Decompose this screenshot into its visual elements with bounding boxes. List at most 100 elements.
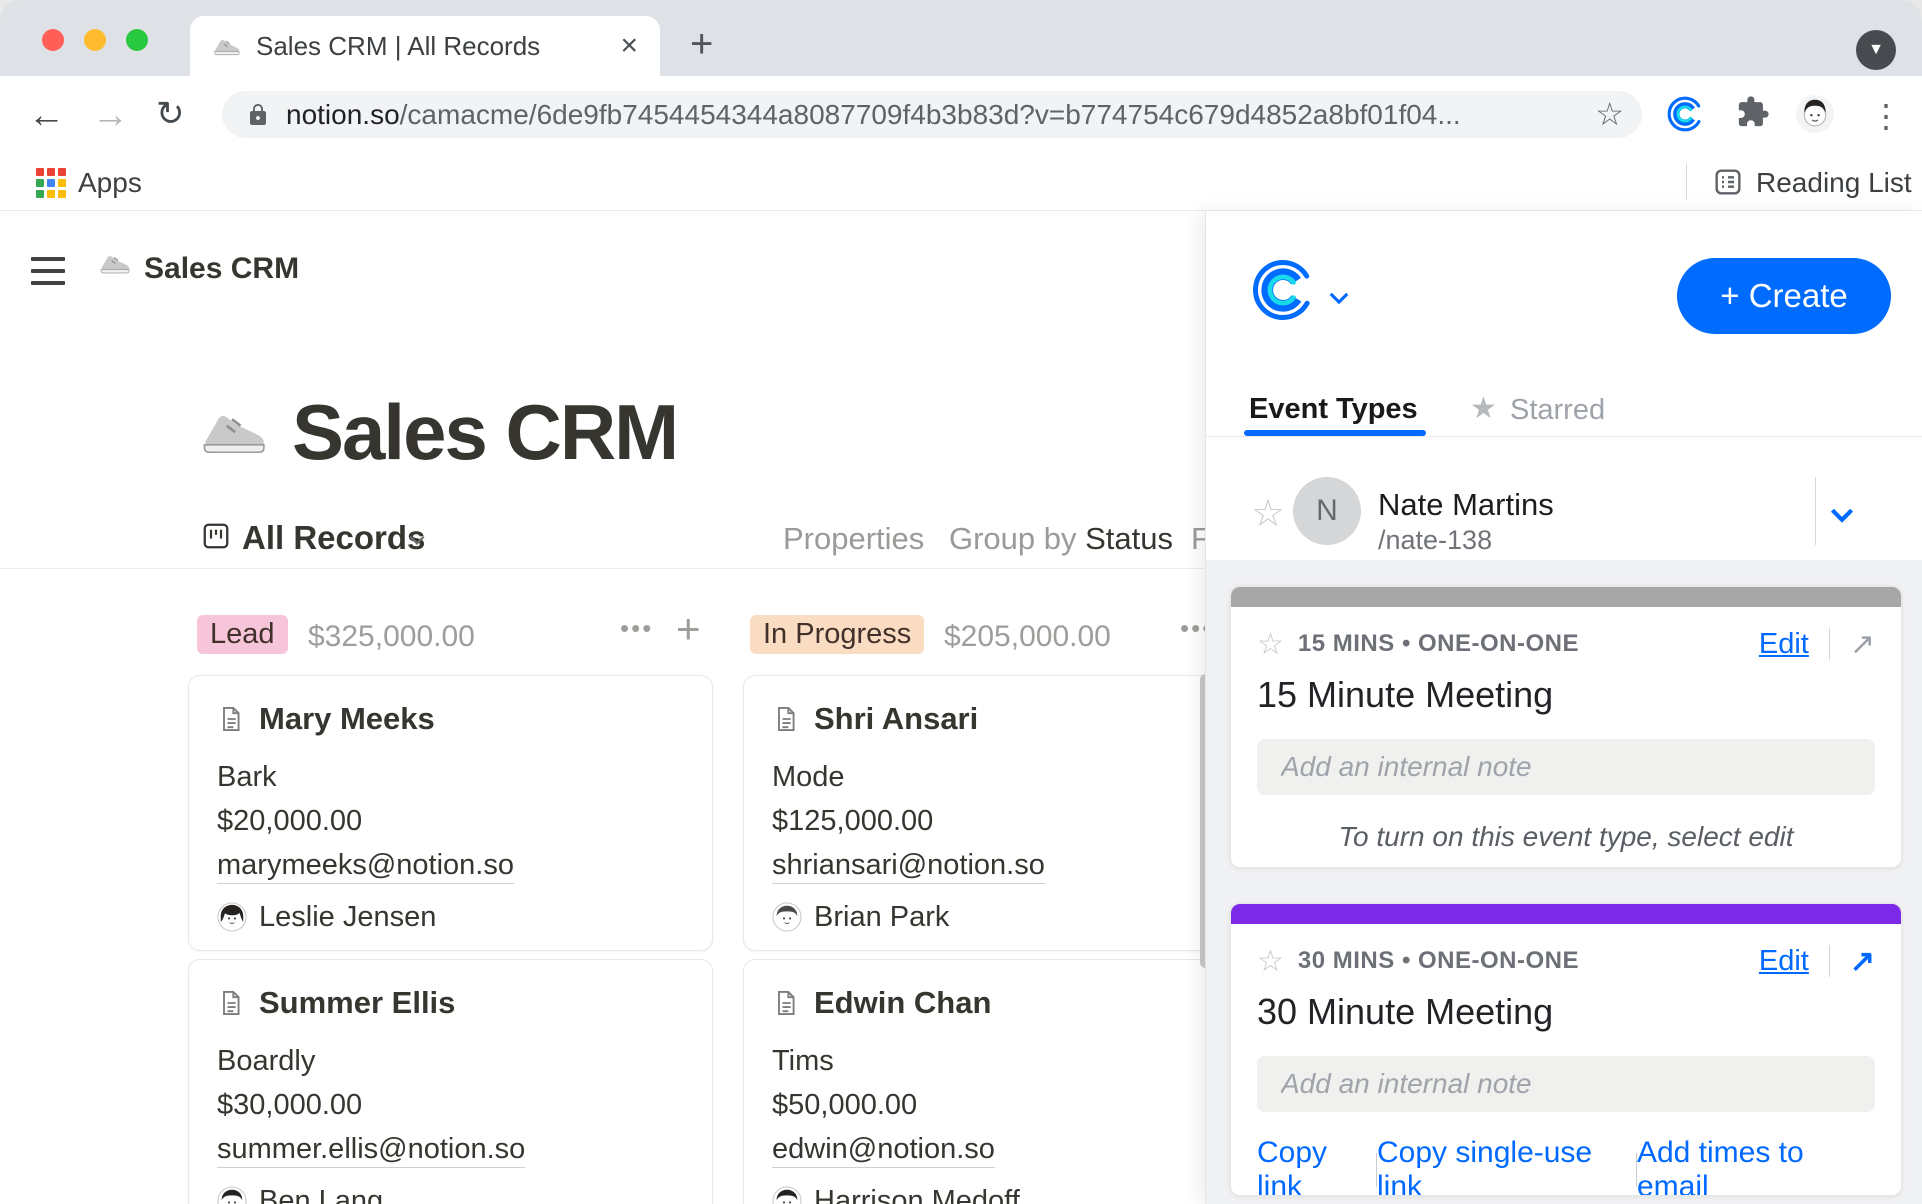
record-amount: $50,000.00: [772, 1088, 1205, 1122]
event-actions: Copy link Copy single-use link Add times…: [1257, 1136, 1875, 1196]
calendly-logo-icon[interactable]: [1250, 257, 1316, 328]
record-name: Shri Ansari: [814, 701, 978, 737]
add-times-to-email-button[interactable]: Add times to email: [1637, 1136, 1875, 1196]
event-meta: 15 MINS • ONE-ON-ONE: [1298, 630, 1579, 658]
group-by-label: Group by: [949, 521, 1085, 556]
url-text: notion.so/camacme/6de9fb7454454344a80877…: [286, 99, 1461, 131]
bookmark-star-icon[interactable]: ☆: [1595, 95, 1624, 133]
calendly-panel: + Create Event Types ★ Starred ☆ N Nate …: [1205, 211, 1922, 1204]
record-company: Boardly: [217, 1044, 684, 1078]
tab-event-types[interactable]: Event Types: [1249, 393, 1418, 426]
tab-close-icon[interactable]: ×: [620, 29, 638, 63]
new-tab-button[interactable]: +: [690, 22, 713, 67]
record-name: Mary Meeks: [259, 701, 435, 737]
record-amount: $125,000.00: [772, 804, 1205, 838]
sneaker-icon: [98, 247, 130, 284]
open-external-icon[interactable]: ↗: [1850, 944, 1875, 979]
board-view-icon: [201, 521, 231, 556]
internal-note-input[interactable]: [1257, 1056, 1875, 1112]
page-title[interactable]: Sales CRM: [292, 387, 677, 478]
column-more-icon[interactable]: •••: [1180, 613, 1205, 644]
address-bar[interactable]: notion.so/camacme/6de9fb7454454344a80877…: [222, 91, 1642, 138]
tab-strip: Sales CRM | All Records × + ▼: [0, 0, 1922, 76]
create-button[interactable]: + Create: [1677, 258, 1891, 334]
bookmarks-bar: Apps Reading List: [0, 153, 1922, 211]
reload-button[interactable]: ↻: [156, 94, 185, 134]
account-chevron-down-icon[interactable]: [1328, 291, 1350, 310]
record-company: Bark: [217, 760, 684, 794]
profile-star-icon[interactable]: ☆: [1251, 491, 1285, 536]
apps-label[interactable]: Apps: [78, 167, 142, 199]
close-window-button[interactable]: [42, 29, 64, 51]
edit-link[interactable]: Edit: [1759, 945, 1809, 978]
record-company: Mode: [772, 760, 1205, 794]
event-star-icon[interactable]: ☆: [1257, 944, 1284, 979]
event-hint: To turn on this event type, select edit: [1257, 821, 1875, 853]
owner-avatar: [217, 1186, 247, 1204]
event-type-list: ☆ 15 MINS • ONE-ON-ONE Edit ↗ 15 Minute …: [1206, 560, 1922, 1204]
starred-tab-star-icon: ★: [1470, 391, 1497, 426]
edit-link[interactable]: Edit: [1759, 628, 1809, 661]
browser-menu-icon[interactable]: ⋮: [1870, 97, 1902, 135]
copy-single-use-link-button[interactable]: Copy single-use link: [1377, 1136, 1636, 1196]
browser-window: Sales CRM | All Records × + ▼ ← → ↻ noti…: [0, 0, 1922, 1204]
group-by-button[interactable]: Group by Status: [949, 521, 1173, 557]
profile-chevron-down-icon[interactable]: [1828, 507, 1856, 528]
chevron-down-icon[interactable]: [408, 533, 426, 551]
record-card[interactable]: Shri Ansari Mode $125,000.00 shriansari@…: [743, 675, 1205, 951]
tabs-divider: [1206, 436, 1922, 437]
calendly-extension-icon[interactable]: [1666, 95, 1704, 138]
browser-toolbar: ← → ↻ notion.so/camacme/6de9fb7454454344…: [0, 76, 1922, 153]
page-icon-sneaker[interactable]: [198, 397, 266, 470]
extensions-puzzle-icon[interactable]: [1736, 95, 1770, 134]
forward-button[interactable]: →: [92, 94, 129, 136]
record-email[interactable]: edwin@notion.so: [772, 1132, 1205, 1166]
event-title: 30 Minute Meeting: [1257, 990, 1875, 1034]
record-email[interactable]: marymeeks@notion.so: [217, 848, 684, 882]
workspace-title[interactable]: Sales CRM: [144, 252, 299, 286]
head-divider: [1829, 628, 1830, 660]
record-card[interactable]: Edwin Chan Tims $50,000.00 edwin@notion.…: [743, 959, 1205, 1204]
profile-avatar[interactable]: [1796, 95, 1834, 133]
record-amount: $20,000.00: [217, 804, 684, 838]
internal-note-input[interactable]: [1257, 739, 1875, 795]
view-toolbar: All Records Properties Group by Status F: [0, 507, 1205, 569]
record-owner: Brian Park: [814, 901, 949, 934]
open-external-icon[interactable]: ↗: [1850, 627, 1875, 662]
hamburger-menu-icon[interactable]: [31, 257, 65, 293]
reading-list-label[interactable]: Reading List: [1756, 167, 1912, 199]
column-add-icon[interactable]: +: [676, 605, 701, 653]
owner-avatar: [772, 902, 802, 932]
reading-list-icon[interactable]: [1712, 166, 1744, 203]
event-star-icon[interactable]: ☆: [1257, 627, 1284, 662]
record-card[interactable]: Summer Ellis Boardly $30,000.00 summer.e…: [188, 959, 713, 1204]
browser-tab[interactable]: Sales CRM | All Records ×: [190, 16, 660, 76]
event-color-bar: [1231, 904, 1901, 924]
toolbar-divider: [0, 568, 1205, 569]
tab-search-caret-icon[interactable]: ▼: [1856, 30, 1896, 70]
event-type-card[interactable]: ☆ 15 MINS • ONE-ON-ONE Edit ↗ 15 Minute …: [1230, 586, 1902, 868]
properties-button[interactable]: Properties: [783, 521, 924, 557]
page-viewport: Sales CRM Sales CRM All Records: [0, 211, 1922, 1204]
apps-grid-icon[interactable]: [36, 168, 66, 198]
view-selector[interactable]: All Records: [242, 519, 425, 557]
filter-button-clipped[interactable]: F: [1191, 521, 1205, 557]
back-button[interactable]: ←: [28, 94, 65, 136]
record-owner: Ben Lang: [259, 1185, 383, 1204]
tab-starred[interactable]: Starred: [1510, 394, 1605, 427]
zoom-window-button[interactable]: [126, 29, 148, 51]
minimize-window-button[interactable]: [84, 29, 106, 51]
status-badge-lead[interactable]: Lead: [197, 615, 288, 654]
notion-main: Sales CRM Sales CRM All Records: [0, 211, 1205, 1204]
copy-link-button[interactable]: Copy link: [1257, 1136, 1376, 1196]
owner-avatar: [772, 1186, 802, 1204]
status-badge-in-progress[interactable]: In Progress: [750, 615, 924, 654]
page-icon: [217, 705, 245, 733]
event-type-card[interactable]: ☆ 30 MINS • ONE-ON-ONE Edit ↗ 30 Minute …: [1230, 903, 1902, 1196]
column-more-icon[interactable]: •••: [620, 613, 653, 644]
record-email[interactable]: shriansari@notion.so: [772, 848, 1205, 882]
profile-name: Nate Martins: [1378, 487, 1554, 523]
record-email[interactable]: summer.ellis@notion.so: [217, 1132, 684, 1166]
bookmarks-divider: [1686, 164, 1687, 200]
record-card[interactable]: Mary Meeks Bark $20,000.00 marymeeks@not…: [188, 675, 713, 951]
